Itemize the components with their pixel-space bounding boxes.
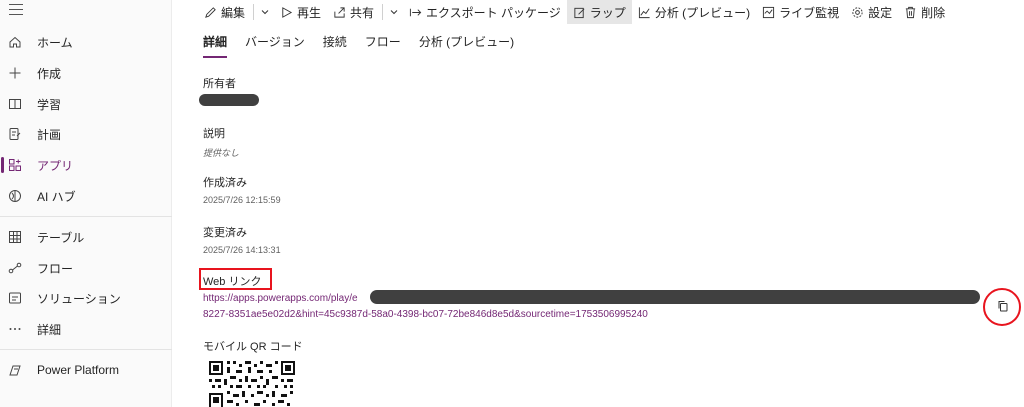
edit-dropdown-button[interactable] xyxy=(256,0,274,24)
play-icon xyxy=(282,6,293,18)
share-button[interactable]: 共有 xyxy=(327,0,380,24)
edit-button[interactable]: 編集 xyxy=(198,0,251,24)
play-label: 再生 xyxy=(297,5,322,20)
redacted-owner xyxy=(199,94,259,106)
toolbar-separator xyxy=(253,4,255,20)
nav-item-label: ソリューション xyxy=(37,291,121,306)
nav-item-label: 作成 xyxy=(37,66,62,81)
analytics-preview-button[interactable]: 分析 (プレビュー) xyxy=(632,0,756,24)
share-icon xyxy=(334,6,345,18)
analytics-label: 分析 (プレビュー) xyxy=(654,5,751,20)
trash-icon xyxy=(906,6,916,18)
home-icon xyxy=(7,34,23,50)
export-package-button[interactable]: エクスポート パッケージ xyxy=(403,0,567,24)
wrap-button[interactable]: ラップ xyxy=(566,0,632,24)
tab-analytics-preview[interactable]: 分析 (プレビュー) xyxy=(419,33,514,56)
edit-label: 編集 xyxy=(221,5,246,20)
qr-code-image xyxy=(206,358,298,407)
redacted-url xyxy=(370,290,980,304)
pencil-icon xyxy=(205,6,216,18)
created-label: 作成済み xyxy=(203,177,247,189)
delete-label: 削除 xyxy=(921,5,946,20)
nav-item-solutions[interactable]: ソリューション xyxy=(0,284,172,312)
book-icon xyxy=(7,96,23,112)
nav-item-plan[interactable]: 計画 xyxy=(0,120,172,148)
more-icon xyxy=(7,321,23,337)
highlight-box xyxy=(199,268,272,290)
web-link-url-line1[interactable]: https://apps.powerapps.com/play/e xyxy=(203,293,358,304)
monitor-icon xyxy=(763,6,775,18)
chevron-down-icon xyxy=(261,10,269,15)
nav-item-label: 学習 xyxy=(37,97,62,112)
plus-icon xyxy=(7,65,23,81)
description-value: 提供なし xyxy=(203,148,240,158)
hamburger-menu-icon[interactable] xyxy=(9,4,23,16)
nav-item-label: Power Platform xyxy=(37,363,120,377)
web-link-url-line2[interactable]: 8227-8351ae5e02d2&hint=45c9387d-58a0-439… xyxy=(203,309,648,320)
wrap-label: ラップ xyxy=(589,5,626,20)
plan-icon xyxy=(7,126,23,142)
line-chart-icon xyxy=(638,6,650,18)
tab-flows[interactable]: フロー xyxy=(365,33,401,56)
description-label: 説明 xyxy=(203,128,225,140)
nav-item-power-platform[interactable]: Power Platform xyxy=(0,356,172,384)
play-button[interactable]: 再生 xyxy=(274,0,327,24)
ai-hub-icon xyxy=(7,188,23,204)
live-monitor-label: ライブ監視 xyxy=(779,5,840,20)
nav-item-label: フロー xyxy=(37,261,74,276)
nav-item-label: AI ハブ xyxy=(37,189,76,204)
wrap-icon xyxy=(574,7,585,18)
share-label: 共有 xyxy=(350,5,375,20)
tab-versions[interactable]: バージョン xyxy=(245,33,305,56)
power-platform-icon xyxy=(7,362,23,378)
gear-icon xyxy=(852,6,863,18)
command-bar: 編集 再生 共有 エクスポート パッケージ ラップ 分析 (プレビュー) ライブ… xyxy=(172,0,1024,24)
delete-button[interactable]: 削除 xyxy=(898,0,951,24)
created-value: 2025/7/26 12:15:59 xyxy=(203,195,281,205)
nav-item-more[interactable]: 詳細 xyxy=(0,315,172,343)
modified-value: 2025/7/26 14:13:31 xyxy=(203,245,281,255)
flow-icon xyxy=(7,260,23,276)
tab-details[interactable]: 詳細 xyxy=(203,33,228,58)
export-arrow-icon xyxy=(409,8,422,16)
toolbar-separator xyxy=(382,4,384,20)
nav-item-flows[interactable]: フロー xyxy=(0,254,172,282)
nav-item-tables[interactable]: テーブル xyxy=(0,223,172,251)
modified-label: 変更済み xyxy=(203,227,247,239)
live-monitor-button[interactable]: ライブ監視 xyxy=(756,0,845,24)
nav-item-label: 計画 xyxy=(37,127,62,142)
nav-item-apps[interactable]: アプリ xyxy=(0,151,172,179)
table-icon xyxy=(7,229,23,245)
tab-connections[interactable]: 接続 xyxy=(323,33,347,56)
nav-item-label: テーブル xyxy=(37,230,85,245)
details-tabs: 詳細 バージョン 接続 フロー 分析 (プレビュー) xyxy=(203,33,532,58)
nav-item-label: アプリ xyxy=(37,158,74,173)
qr-code-label: モバイル QR コード xyxy=(203,341,303,353)
nav-item-label: ホーム xyxy=(37,35,73,50)
nav-item-create[interactable]: 作成 xyxy=(0,59,172,87)
nav-item-home[interactable]: ホーム xyxy=(0,28,172,56)
chevron-down-icon xyxy=(390,10,398,15)
highlight-circle xyxy=(983,288,1021,326)
settings-label: 設定 xyxy=(868,5,893,20)
nav-item-ai-hub[interactable]: AI ハブ xyxy=(0,182,172,210)
nav-item-label: 詳細 xyxy=(37,322,62,337)
solution-icon xyxy=(7,290,23,306)
export-label: エクスポート パッケージ xyxy=(426,5,561,20)
apps-icon xyxy=(7,157,23,173)
share-dropdown-button[interactable] xyxy=(385,0,403,24)
nav-divider xyxy=(0,216,172,217)
owner-label: 所有者 xyxy=(203,78,236,90)
nav-item-learn[interactable]: 学習 xyxy=(0,90,172,118)
settings-button[interactable]: 設定 xyxy=(845,0,898,24)
nav-divider xyxy=(0,349,172,350)
left-navigation: ホーム 作成 学習 計画 アプリ AI ハブ テーブル フロー ソリューション … xyxy=(0,0,172,407)
